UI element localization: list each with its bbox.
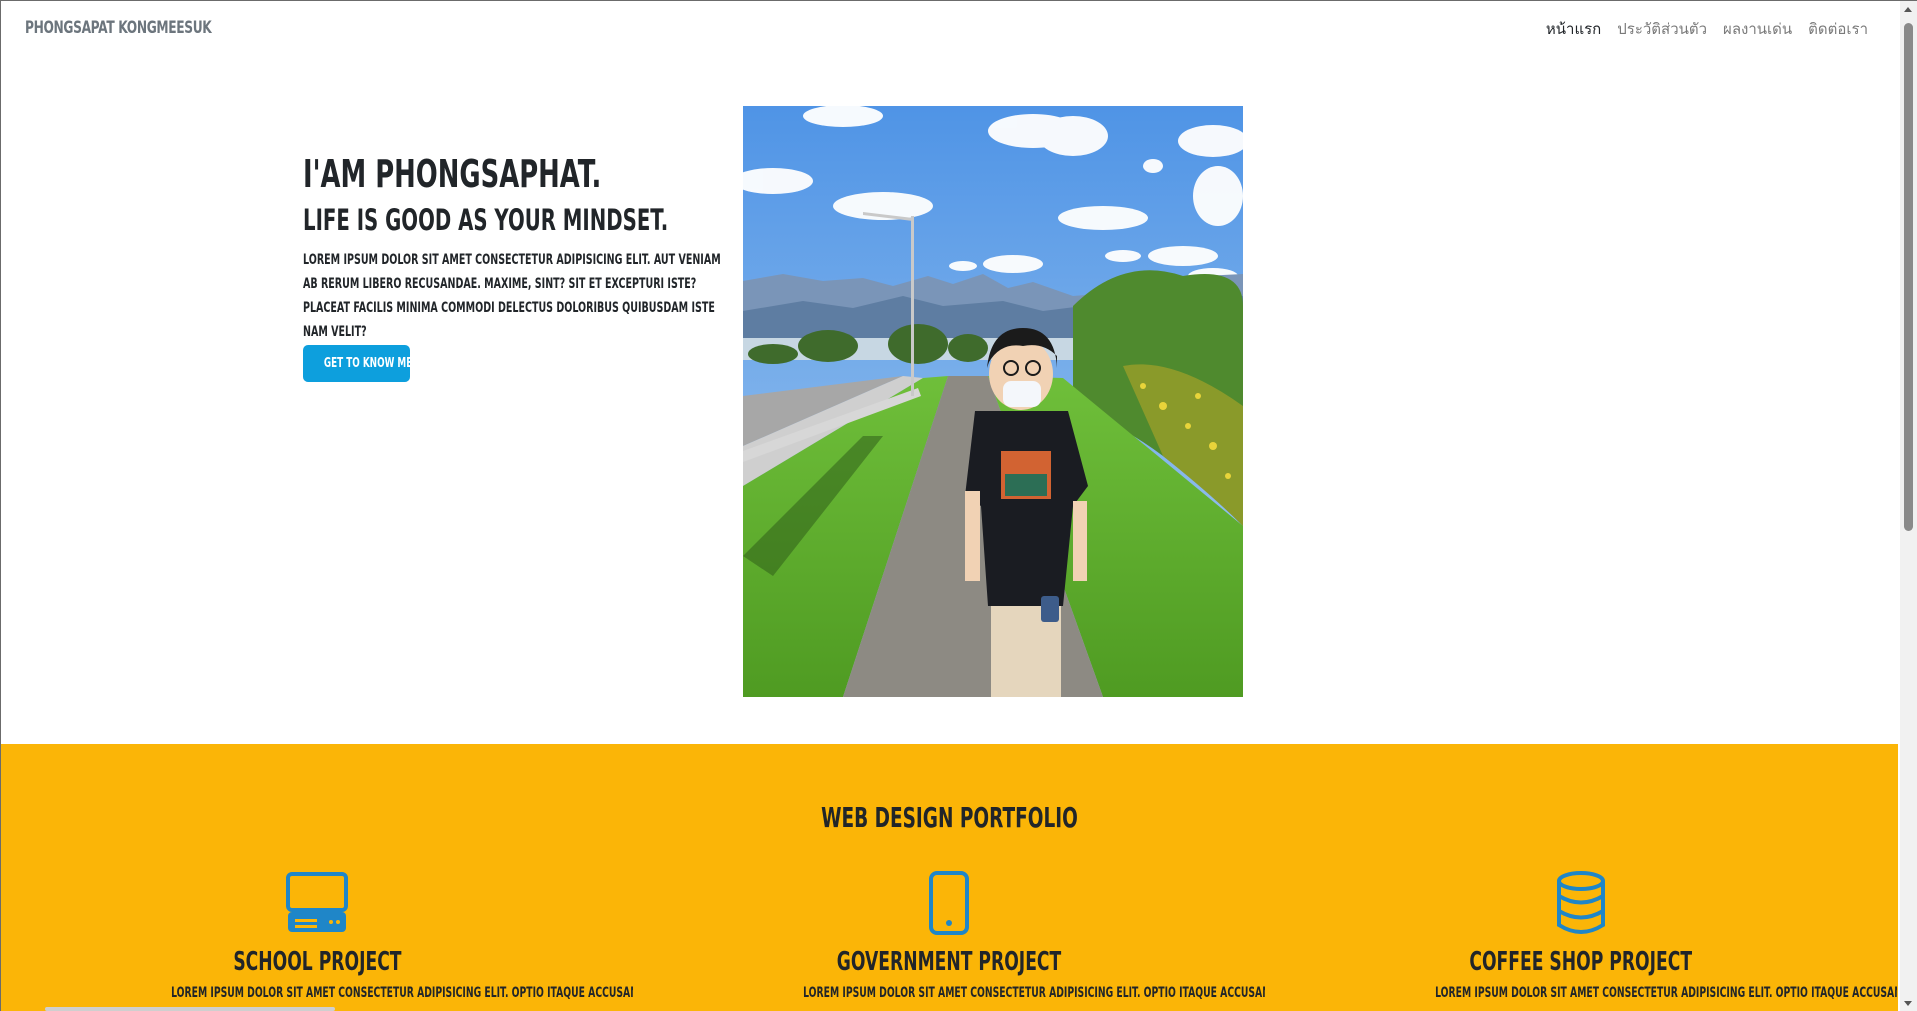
hero-photo-illustration — [743, 106, 1243, 697]
hero-body-text: LOREM IPSUM DOLOR SIT AMET CONSECTETUR A… — [303, 252, 721, 340]
card-title-school-text: SCHOOL PROJECT — [232, 947, 402, 977]
nav-links: หน้าแรก ประวัติส่วนตัว ผลงานเด่น ติดต่อเ… — [1546, 17, 1868, 41]
hero-text-block: I'AM PHONGSAPHAT. LIFE IS GOOD AS YOUR M… — [303, 151, 743, 344]
card-body-school-text: LOREM IPSUM DOLOR SIT AMET CONSECTETUR A… — [171, 985, 633, 1001]
brand-logo-link[interactable]: PHONGSAPAT KONGMEESUK — [25, 18, 212, 38]
vertical-scrollbar[interactable] — [1900, 1, 1917, 1011]
scroll-up-arrow-icon[interactable] — [1904, 7, 1912, 12]
nav-link-profile[interactable]: ประวัติส่วนตัว — [1617, 17, 1707, 41]
card-body-government: LOREM IPSUM DOLOR SIT AMET CONSECTETUR A… — [633, 985, 1265, 1001]
hero-title: I'AM PHONGSAPHAT. — [303, 152, 602, 196]
scroll-down-arrow-icon[interactable] — [1904, 1001, 1912, 1006]
portfolio-section: WEB DESIGN PORTFOLIO SCHOOL PROJECT LORE… — [1, 744, 1898, 1011]
horizontal-scroll-indicator[interactable] — [45, 1007, 335, 1011]
card-coffee-shop-project: COFFEE SHOP PROJECT LOREM IPSUM DOLOR SI… — [1265, 871, 1897, 1001]
hero-subtitle: LIFE IS GOOD AS YOUR MINDSET. — [303, 203, 669, 237]
navbar: PHONGSAPAT KONGMEESUK หน้าแรก ประวัติส่ว… — [1, 1, 1898, 56]
card-title-government: GOVERNMENT PROJECT — [633, 947, 1265, 977]
nav-link-contact[interactable]: ติดต่อเรา — [1808, 17, 1868, 41]
card-body-coffee-text: LOREM IPSUM DOLOR SIT AMET CONSECTETUR A… — [1435, 985, 1897, 1001]
card-body-coffee: LOREM IPSUM DOLOR SIT AMET CONSECTETUR A… — [1265, 985, 1897, 1001]
card-title-school: SCHOOL PROJECT — [1, 947, 633, 977]
database-icon — [1557, 871, 1605, 934]
scroll-thumb[interactable] — [1904, 23, 1913, 531]
card-body-government-text: LOREM IPSUM DOLOR SIT AMET CONSECTETUR A… — [803, 985, 1265, 1001]
computer-icon — [286, 872, 348, 932]
hero-photo — [743, 106, 1243, 697]
card-title-government-text: GOVERNMENT PROJECT — [836, 947, 1062, 977]
card-title-coffee: COFFEE SHOP PROJECT — [1265, 947, 1897, 977]
phone-icon — [929, 871, 969, 935]
nav-link-portfolio[interactable]: ผลงานเด่น — [1723, 17, 1792, 41]
card-government-project: GOVERNMENT PROJECT LOREM IPSUM DOLOR SIT… — [633, 871, 1265, 1001]
portfolio-title: WEB DESIGN PORTFOLIO — [821, 801, 1078, 834]
page: PHONGSAPAT KONGMEESUK หน้าแรก ประวัติส่ว… — [0, 0, 1917, 1011]
portfolio-title-wrap: WEB DESIGN PORTFOLIO — [1, 801, 1898, 834]
card-title-coffee-text: COFFEE SHOP PROJECT — [1469, 947, 1693, 977]
get-to-know-me-button[interactable]: GET TO KNOW ME — [303, 345, 410, 382]
nav-link-home[interactable]: หน้าแรก — [1546, 17, 1601, 41]
get-to-know-me-label: GET TO KNOW ME — [323, 356, 410, 371]
card-school-project: SCHOOL PROJECT LOREM IPSUM DOLOR SIT AME… — [1, 871, 633, 1001]
card-body-school: LOREM IPSUM DOLOR SIT AMET CONSECTETUR A… — [1, 985, 633, 1001]
